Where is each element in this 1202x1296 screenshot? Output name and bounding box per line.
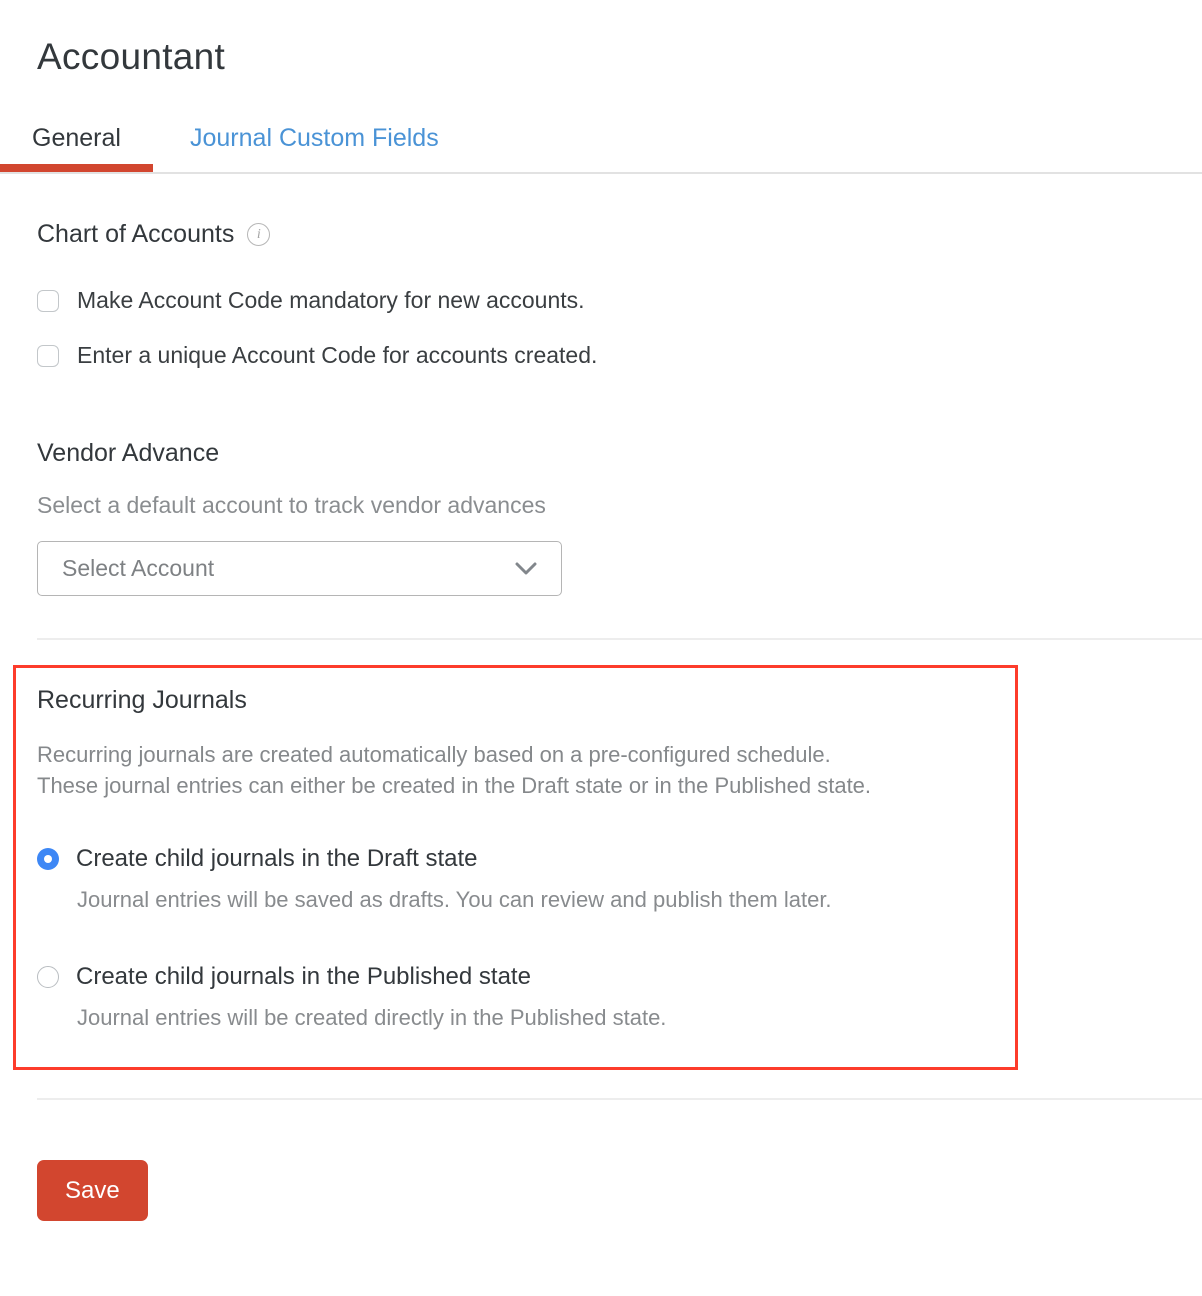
radio-label: Create child journals in the Draft state bbox=[76, 845, 478, 873]
checkbox-row-unique-account-code[interactable]: Enter a unique Account Code for accounts… bbox=[37, 342, 1165, 369]
tab-bar: General Journal Custom Fields bbox=[0, 124, 1202, 174]
vendor-advance-account-select[interactable]: Select Account bbox=[37, 541, 562, 596]
description-line: These journal entries can either be crea… bbox=[37, 770, 985, 801]
radio-selected-icon[interactable] bbox=[37, 848, 59, 870]
accountant-settings-page: Accountant General Journal Custom Fields… bbox=[0, 0, 1202, 1296]
settings-content: Chart of Accounts i Make Account Code ma… bbox=[0, 220, 1202, 1221]
radio-option-published: Create child journals in the Published s… bbox=[37, 963, 985, 1031]
tab-general[interactable]: General bbox=[0, 124, 153, 172]
vendor-advance-heading: Vendor Advance bbox=[37, 439, 1165, 468]
info-icon[interactable]: i bbox=[247, 223, 270, 246]
checkbox-account-code-mandatory[interactable] bbox=[37, 290, 59, 312]
select-placeholder: Select Account bbox=[62, 555, 214, 582]
chart-of-accounts-heading: Chart of Accounts bbox=[37, 220, 234, 249]
radio-option-draft: Create child journals in the Draft state… bbox=[37, 845, 985, 913]
checkbox-label: Enter a unique Account Code for accounts… bbox=[77, 342, 597, 369]
recurring-journals-description: Recurring journals are created automatic… bbox=[37, 739, 985, 801]
radio-unselected-icon[interactable] bbox=[37, 966, 59, 988]
description-line: Recurring journals are created automatic… bbox=[37, 739, 985, 770]
checkbox-label: Make Account Code mandatory for new acco… bbox=[77, 287, 585, 314]
recurring-journals-highlight-box: Recurring Journals Recurring journals ar… bbox=[13, 665, 1018, 1070]
chart-of-accounts-heading-row: Chart of Accounts i bbox=[37, 220, 1165, 249]
save-button[interactable]: Save bbox=[37, 1160, 148, 1221]
vendor-advance-section: Vendor Advance Select a default account … bbox=[37, 439, 1165, 596]
tab-general-label: General bbox=[32, 124, 121, 152]
section-divider bbox=[37, 638, 1202, 640]
checkbox-row-account-code-mandatory[interactable]: Make Account Code mandatory for new acco… bbox=[37, 287, 1165, 314]
checkbox-unique-account-code[interactable] bbox=[37, 345, 59, 367]
radio-row-published-state[interactable]: Create child journals in the Published s… bbox=[37, 963, 985, 991]
radio-description: Journal entries will be saved as drafts.… bbox=[77, 887, 985, 913]
radio-label: Create child journals in the Published s… bbox=[76, 963, 531, 991]
page-title: Accountant bbox=[0, 0, 1202, 78]
radio-description: Journal entries will be created directly… bbox=[77, 1005, 985, 1031]
recurring-journals-heading: Recurring Journals bbox=[37, 686, 985, 715]
radio-row-draft-state[interactable]: Create child journals in the Draft state bbox=[37, 845, 985, 873]
chevron-down-icon bbox=[515, 562, 537, 575]
vendor-advance-description: Select a default account to track vendor… bbox=[37, 492, 1165, 519]
tab-journal-custom-fields-label: Journal Custom Fields bbox=[190, 124, 439, 152]
tab-journal-custom-fields[interactable]: Journal Custom Fields bbox=[190, 124, 439, 172]
section-divider bbox=[37, 1098, 1202, 1100]
chart-of-accounts-section: Chart of Accounts i Make Account Code ma… bbox=[37, 220, 1165, 369]
